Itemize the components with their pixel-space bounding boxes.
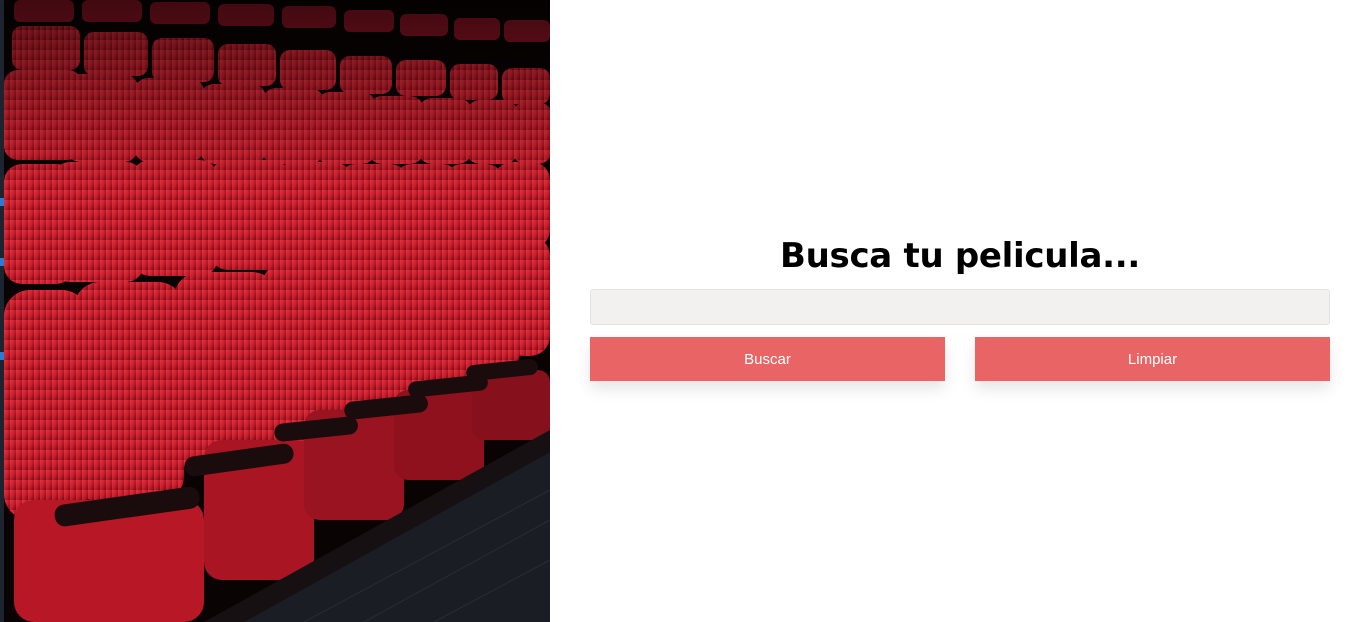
search-button[interactable]: Buscar [590,337,945,381]
search-panel: Busca tu pelicula... Buscar Limpiar [550,0,1370,622]
clear-button[interactable]: Limpiar [975,337,1330,381]
page: Busca tu pelicula... Buscar Limpiar [0,0,1370,622]
page-title: Busca tu pelicula... [780,236,1140,276]
theater-seats-image [0,0,550,622]
search-input[interactable] [590,289,1330,325]
theater-seats-illustration [4,0,550,622]
